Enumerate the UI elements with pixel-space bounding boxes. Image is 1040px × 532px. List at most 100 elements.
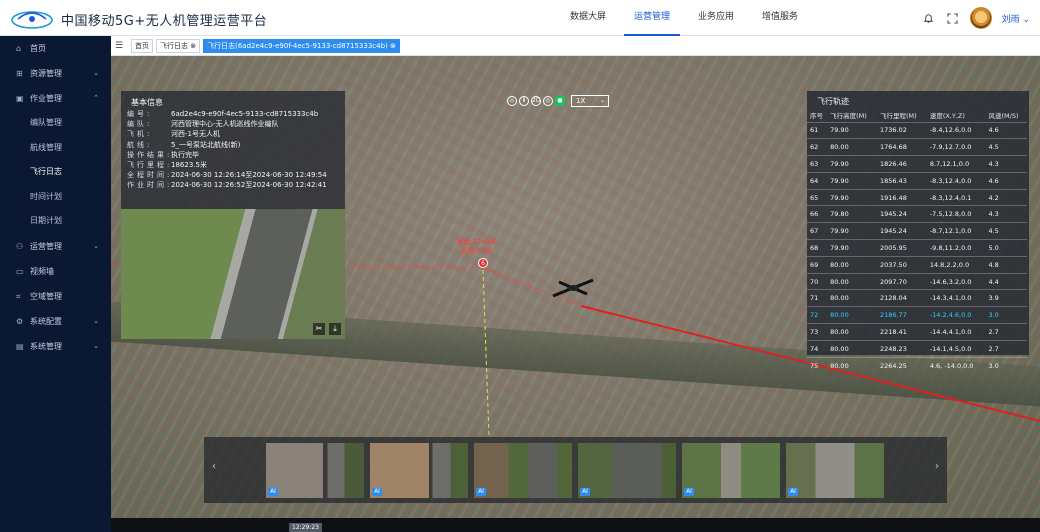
home-view-icon[interactable]: ⌂ (507, 96, 517, 106)
flight-track-panel: 飞行轨迹 序号 飞行高度(M) 飞行里程(M) 速度(X,Y,Z) 风速(M/S) 61… (807, 91, 1029, 374)
sidebar-item-airspace[interactable]: ⌗ 空域管理 (0, 284, 111, 309)
table-row[interactable]: 69 80.00 2037.50 14.8,2.2,0.0 4.8 (807, 255, 1027, 274)
table-cell: 2.7 (985, 339, 1027, 358)
table-row[interactable]: 72 80.00 2186.77 -14.2,4.6,0.0 3.0 (807, 306, 1027, 324)
timeline[interactable]: 12:29:23 12:25:0012:26:0012:27:0012:28:0… (111, 518, 1040, 532)
info-row: 编号: 6ad2e4c9-e90f-4ec5-9133-cd8715333c4b (121, 109, 345, 119)
table-row[interactable]: 73 80.00 2218.41 -14.4,4.1,0.0 2.7 (807, 323, 1027, 341)
table-row[interactable]: 68 79.90 2005.95 -9.8,11.2,0.0 5.0 (807, 239, 1027, 257)
info-value: 河西-1号无人机 (171, 130, 220, 139)
thumbnail[interactable]: AI (266, 443, 364, 498)
map-toolbar: ⌂ Ⅱ 2D ◎ ● 1X ⌄ (507, 94, 609, 108)
download-icon[interactable]: ⤓ (329, 323, 341, 335)
drone-icon (552, 278, 594, 298)
info-key: 飞机: (127, 130, 153, 139)
thumbnail-list: AI AI AI AI AI AI (266, 443, 884, 498)
sidebar-sub-date-plan[interactable]: 日期计划 (0, 209, 111, 234)
ai-badge: AI (788, 488, 798, 496)
table-row[interactable]: 62 80.00 1764.68 -7.9,12.7,0.0 4.5 (807, 138, 1027, 156)
header-actions: 刘雨 ⌄ (922, 0, 1030, 36)
tab-flight-log[interactable]: 飞行日志 ⊗ (156, 38, 201, 53)
table-row[interactable]: 74 80.00 2248.23 -14.1,4.5,0.0 2.7 (807, 339, 1027, 358)
info-key: 全程时间: (127, 171, 173, 180)
sidebar-item-system[interactable]: ▤ 系统管理 ⌄ (0, 334, 111, 359)
basic-info-panel: 基本信息 编号: 6ad2e4c9-e90f-4ec5-9133-cd871533… (121, 91, 345, 339)
fullscreen-icon[interactable] (946, 11, 960, 25)
sidebar: ⌂ 首页 ⊞ 资源管理 ⌄ ▣ 作业管理 ⌃ 编队管理 航线管理 飞行日志 时间计划 … (0, 36, 111, 532)
column-header: 风速(M/S) (988, 112, 1019, 121)
nav-value-added[interactable]: 增值服务 (752, 0, 808, 36)
nav-data-screen[interactable]: 数据大屏 (560, 0, 616, 36)
live-photo[interactable]: ✂ ⤓ (121, 209, 345, 339)
thumbnail[interactable]: AI (786, 443, 884, 498)
sidebar-item-home[interactable]: ⌂ 首页 (0, 36, 111, 61)
info-key: 编号: (127, 110, 153, 118)
sidebar-sub-route[interactable]: 航线管理 (0, 136, 111, 161)
table-cell: 80.00 (827, 306, 877, 324)
thumbnail[interactable]: AI (578, 443, 676, 498)
table-row[interactable]: 61 79.90 1736.02 -8.4,12.6,0.0 4.6 (807, 121, 1027, 139)
nav-business[interactable]: 业务应用 (688, 0, 744, 36)
info-key: 飞行里程: (127, 160, 173, 169)
thumbnail[interactable]: AI (370, 443, 468, 498)
sidebar-item-resource[interactable]: ⊞ 资源管理 ⌄ (0, 61, 111, 86)
follow-icon[interactable]: ◎ (543, 96, 553, 106)
thumbnail[interactable]: AI (682, 443, 780, 498)
table-cell: 79.90 (827, 222, 877, 240)
table-row[interactable]: 71 80.00 2128.04 -14.3,4.1,0.0 3.9 (807, 289, 1027, 307)
tab-label: 首页 (135, 41, 149, 50)
nav-operation[interactable]: 运营管理 (624, 0, 681, 36)
table-cell: -14.1,4.5,0.0 (926, 339, 986, 358)
thumbnail-strip: ‹ AI AI AI AI AI AI › (204, 437, 947, 503)
table-row[interactable]: 65 79.90 1916.48 -8.3,12.4,0.1 4.2 (807, 188, 1027, 206)
avatar[interactable] (969, 7, 992, 29)
table-cell: 80.00 (827, 138, 877, 156)
camera-icon[interactable]: ● (555, 96, 565, 106)
sidebar-sub-flight-log[interactable]: 飞行日志 (0, 160, 111, 185)
drone-logo-icon (11, 11, 53, 29)
info-row: 操作结果: 执行完毕 (121, 150, 345, 160)
tab-label: 飞行日志 (160, 41, 188, 50)
sidebar-item-settings[interactable]: ⚙ 系统配置 ⌄ (0, 309, 111, 334)
bell-icon[interactable] (922, 11, 936, 25)
panel-title: 飞行轨迹 (817, 97, 849, 106)
sidebar-item-video-wall[interactable]: ▭ 视频墙 (0, 259, 111, 284)
table-row[interactable]: 70 80.00 2097.70 -14.6,3.2,0.0 4.4 (807, 272, 1027, 290)
pause-icon[interactable]: Ⅱ (519, 96, 529, 106)
tab-home[interactable]: 首页 (131, 38, 153, 53)
map-view[interactable]: 里程:2248米 高度:80米 6 ⌂ Ⅱ 2D ◎ ● 1X ⌄ 基本信息 编… (111, 56, 1040, 532)
table-cell: 62 (807, 138, 828, 156)
table-cell: 1764.68 (876, 138, 927, 156)
chevron-left-icon[interactable]: ‹ (208, 461, 220, 472)
table-header: 序号 飞行高度(M) 飞行里程(M) 速度(X,Y,Z) 风速(M/S) (807, 109, 1027, 122)
table-cell: 14.8,2.2,0.0 (926, 255, 986, 274)
table-row[interactable]: 64 79.90 1856.43 -8.3,12.4,0.0 4.6 (807, 171, 1027, 190)
table-row[interactable]: 63 79.90 1826.46 8.7,12.1,0.0 4.3 (807, 155, 1027, 173)
table-cell: 1916.48 (876, 188, 927, 206)
speed-select[interactable]: 1X ⌄ (571, 95, 609, 107)
tab-flight-log-detail[interactable]: 飞行日志(6ad2e4c9-e90f-4ec5-9133-cd8715333c4… (203, 38, 400, 53)
scissors-icon[interactable]: ✂ (313, 323, 325, 335)
sidebar-sub-formation[interactable]: 编队管理 (0, 111, 111, 136)
chevron-right-icon[interactable]: › (931, 461, 943, 472)
username[interactable]: 刘雨 ⌄ (1002, 12, 1030, 25)
table-cell: -7.9,12.7,0.0 (926, 138, 986, 156)
table-cell: 4.5 (985, 222, 1027, 240)
table-cell: -8.3,12.4,0.0 (926, 171, 986, 190)
table-row[interactable]: 67 79.90 1945.24 -8.7,12.1,0.0 4.5 (807, 222, 1027, 240)
table-cell: 5.0 (985, 239, 1027, 257)
waypoint-pin[interactable]: 6 (478, 258, 488, 268)
close-icon[interactable]: ⊗ (390, 42, 396, 50)
chevron-down-icon: ⌄ (1022, 14, 1030, 25)
menu-icon[interactable]: ☰ (115, 41, 127, 51)
sidebar-item-task[interactable]: ▣ 作业管理 ⌃ (0, 86, 111, 111)
sidebar-item-operation[interactable]: ⚇ 运营管理 ⌄ (0, 234, 111, 259)
table-row[interactable]: 66 79.80 1945.24 -7.5,12.8,0.0 4.3 (807, 205, 1027, 223)
sidebar-sub-time-plan[interactable]: 时间计划 (0, 185, 111, 210)
table-row[interactable]: 75 80.00 2264.25 4.6, -14.0,0.0 3.0 (807, 356, 1027, 374)
close-icon[interactable]: ⊗ (190, 42, 196, 50)
table-cell: 61 (807, 121, 828, 139)
thumbnail[interactable]: AI (474, 443, 572, 498)
view-2d-icon[interactable]: 2D (531, 96, 541, 106)
top-header: 中国移动5G+无人机管理运营平台 数据大屏 运营管理 业务应用 增值服务 刘雨 … (0, 0, 1040, 36)
